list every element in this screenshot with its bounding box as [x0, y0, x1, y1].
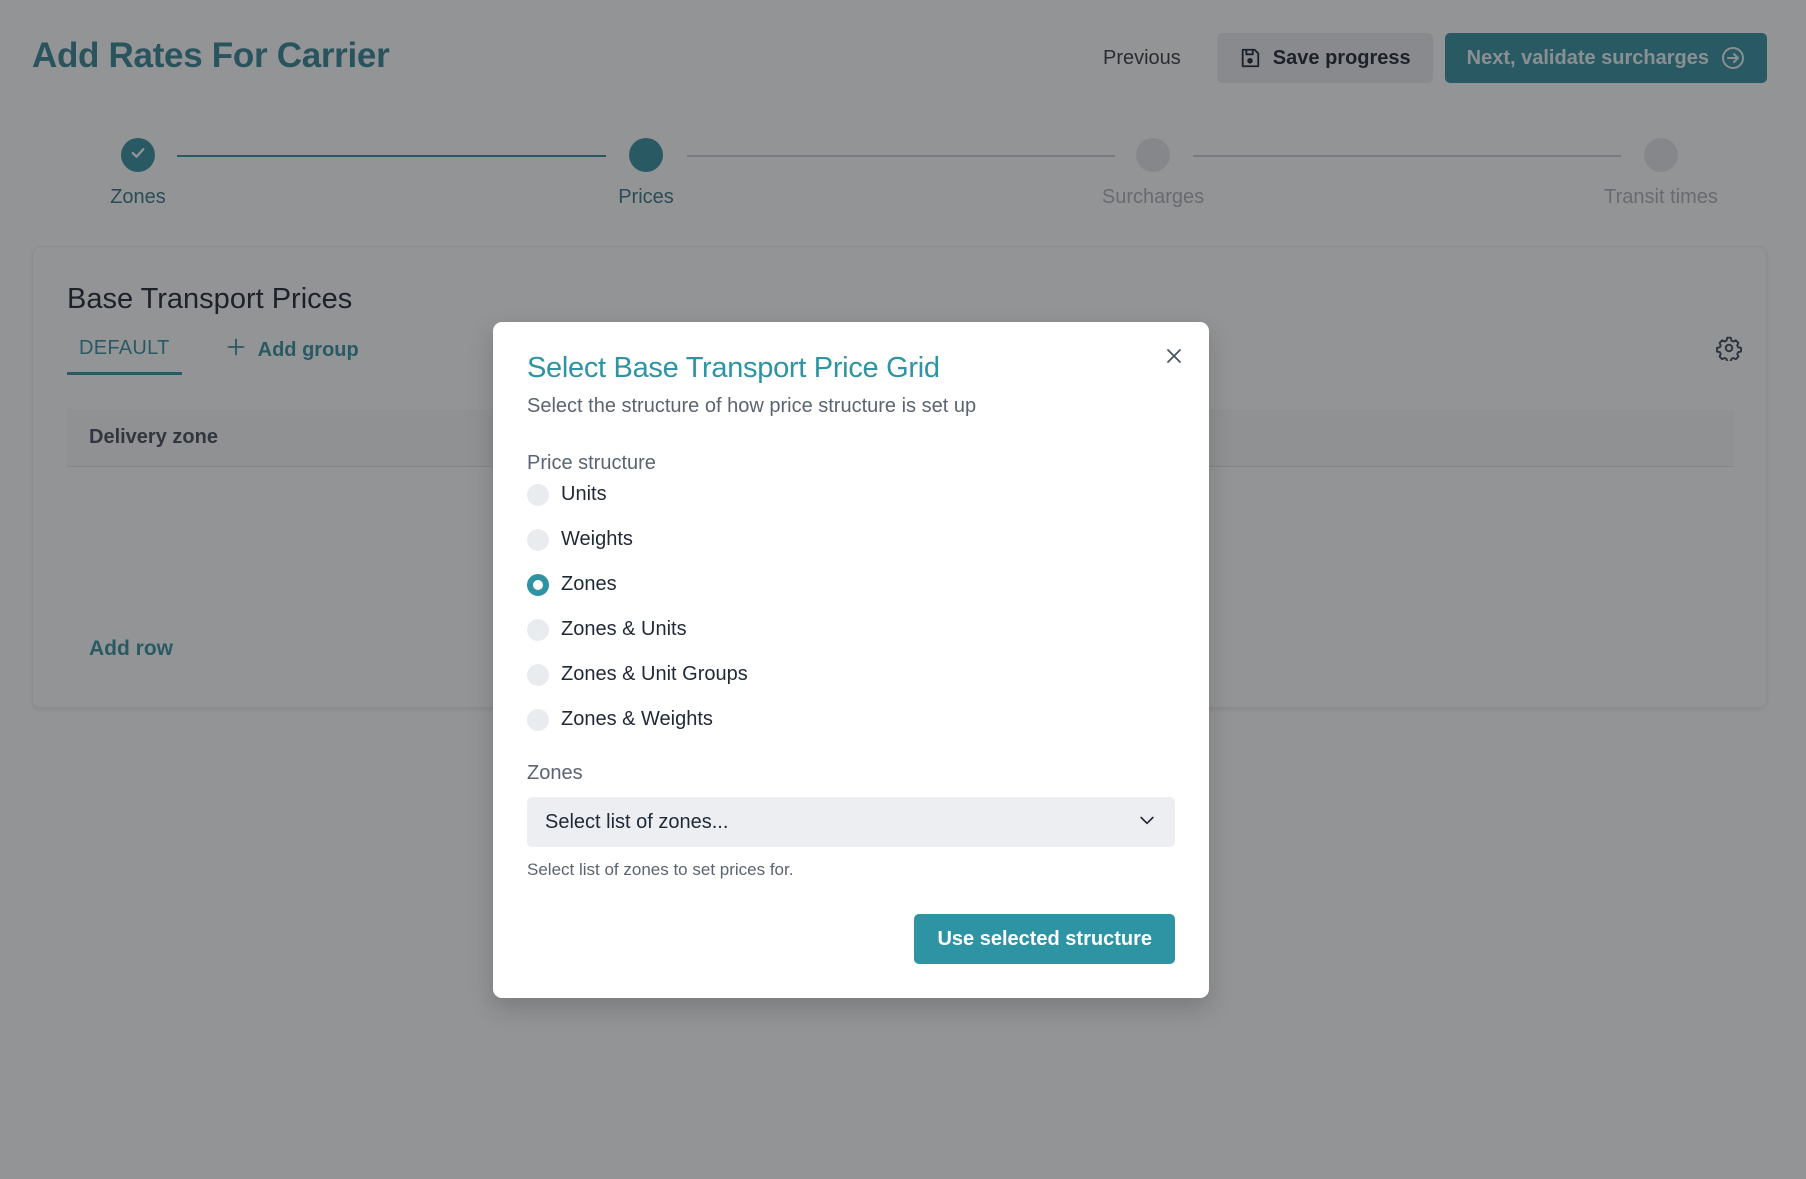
- radio-option-zones-units[interactable]: Zones & Units: [527, 607, 748, 652]
- zones-select[interactable]: Select list of zones...: [527, 797, 1175, 847]
- radio-option-zones[interactable]: Zones: [527, 562, 748, 607]
- zones-label: Zones: [527, 762, 583, 784]
- radio-button[interactable]: [527, 528, 549, 551]
- radio-label: Zones & Unit Groups: [561, 663, 748, 685]
- modal-subtitle: Select the structure of how price struct…: [527, 395, 977, 417]
- radio-option-units[interactable]: Units: [527, 472, 748, 517]
- price-structure-radio-group: Units Weights Zones Zones & Units Zones …: [527, 472, 748, 742]
- radio-option-zones-unit-groups[interactable]: Zones & Unit Groups: [527, 652, 748, 697]
- zones-help-text: Select list of zones to set prices for.: [527, 860, 794, 879]
- close-button[interactable]: [1163, 346, 1185, 368]
- chevron-down-icon: [1137, 810, 1157, 835]
- radio-button[interactable]: [527, 663, 549, 686]
- radio-option-weights[interactable]: Weights: [527, 517, 748, 562]
- radio-label: Zones & Weights: [561, 708, 713, 730]
- radio-button-checked[interactable]: [527, 573, 549, 596]
- radio-button[interactable]: [527, 483, 549, 506]
- radio-label: Weights: [561, 528, 633, 550]
- radio-label: Units: [561, 483, 607, 505]
- use-selected-structure-button[interactable]: Use selected structure: [914, 914, 1175, 964]
- close-icon: [1166, 348, 1182, 367]
- modal-title: Select Base Transport Price Grid: [527, 352, 940, 384]
- select-price-grid-modal: Select Base Transport Price Grid Select …: [493, 322, 1209, 998]
- radio-label: Zones & Units: [561, 618, 687, 640]
- zones-select-placeholder: Select list of zones...: [545, 810, 729, 833]
- radio-option-zones-weights[interactable]: Zones & Weights: [527, 697, 748, 742]
- radio-label: Zones: [561, 573, 617, 595]
- radio-button[interactable]: [527, 618, 549, 641]
- radio-button[interactable]: [527, 708, 549, 731]
